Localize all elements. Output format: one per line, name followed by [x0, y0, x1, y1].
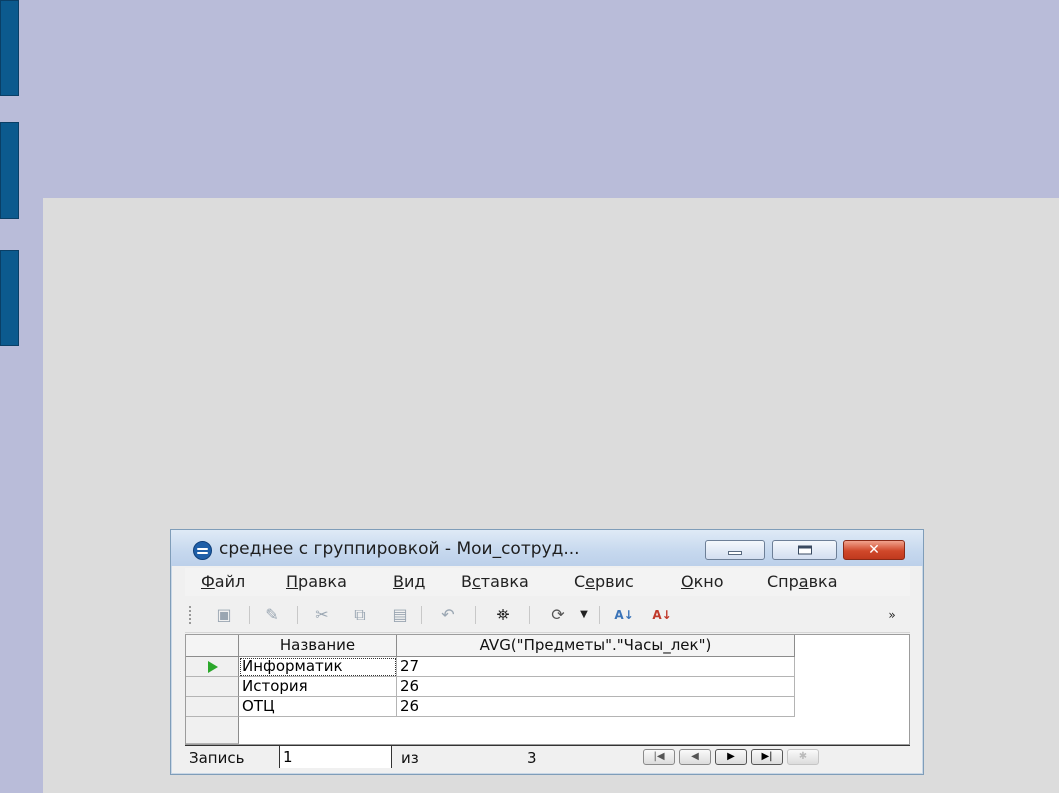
first-record-button[interactable]: |◀ [643, 749, 675, 765]
results-grid: Название AVG("Предметы"."Часы_лек") Инфо… [185, 634, 910, 745]
column-header[interactable]: AVG("Предметы"."Часы_лек") [397, 635, 795, 657]
toolbar-separator [421, 606, 422, 624]
menu-help[interactable]: Справка [767, 572, 838, 591]
toolbar-separator [599, 606, 600, 624]
menu-file[interactable]: Файл [201, 572, 245, 591]
toolbar-separator [529, 606, 530, 624]
dropdown-arrow-icon[interactable]: ▼ [573, 604, 595, 626]
toolbar-separator [475, 606, 476, 624]
sort-descending-icon[interactable]: A↓ [651, 604, 673, 626]
minimize-icon [728, 551, 742, 555]
menu-window[interactable]: Окно [681, 572, 724, 591]
toolbar: ▣ ✎ ✂ ⧉ ▤ ↶ ⛯ ⟳ ▼ A↓ A↓ » [185, 598, 910, 633]
menu-tools[interactable]: Сервис [574, 572, 634, 591]
prev-record-button[interactable]: ◀ [679, 749, 711, 765]
record-total: 3 [527, 749, 537, 767]
table-cell[interactable]: 26 [397, 697, 795, 717]
window-title: среднее с группировкой - Мои_сотруд... [219, 539, 580, 559]
toolbar-separator [249, 606, 250, 624]
corner-header [186, 635, 239, 657]
toolbar-overflow-icon[interactable]: » [881, 604, 903, 626]
record-label: Запись [189, 749, 245, 767]
table-cell[interactable]: 26 [397, 677, 795, 697]
maximize-button[interactable] [772, 540, 837, 560]
new-record-button[interactable]: ✱ [787, 749, 819, 765]
refresh-icon[interactable]: ⟳ [547, 604, 569, 626]
menu-edit[interactable]: Правка [286, 572, 347, 591]
sort-ascending-icon[interactable]: A↓ [613, 604, 635, 626]
record-navigation: Запись из 3 |◀ ◀ ▶ ▶| ✱ [185, 745, 910, 770]
nav-separator [391, 746, 392, 768]
menu-view[interactable]: Вид [393, 572, 425, 591]
side-tab-1 [0, 0, 19, 96]
last-record-button[interactable]: ▶| [751, 749, 783, 765]
save-icon[interactable]: ▣ [213, 604, 235, 626]
current-row-arrow-icon [208, 661, 218, 673]
record-number-input[interactable] [279, 746, 391, 768]
row-header[interactable] [186, 697, 239, 717]
title-bar[interactable]: среднее с группировкой - Мои_сотруд... ✕ [171, 530, 923, 566]
undo-icon[interactable]: ↶ [437, 604, 459, 626]
table-cell[interactable]: 27 [397, 657, 795, 677]
minimize-button[interactable] [705, 540, 765, 560]
menu-insert[interactable]: Вставка [461, 572, 529, 591]
menu-bar: Файл Правка Вид Вставка Сервис Окно Спра… [185, 568, 910, 596]
toolbar-separator [297, 606, 298, 624]
app-icon [193, 541, 212, 560]
close-button[interactable]: ✕ [843, 540, 905, 560]
side-tab-2 [0, 122, 19, 219]
maximize-icon [797, 545, 812, 555]
edit-icon[interactable]: ✎ [261, 604, 283, 626]
close-icon: ✕ [868, 542, 880, 558]
column-header[interactable]: Название [239, 635, 397, 657]
find-icon[interactable]: ⛯ [492, 604, 514, 626]
new-row-header[interactable] [186, 717, 239, 744]
side-tab-3 [0, 250, 19, 346]
copy-icon[interactable]: ⧉ [349, 604, 371, 626]
table-cell[interactable]: Информатик [239, 657, 397, 677]
row-header[interactable] [186, 657, 239, 677]
paste-icon[interactable]: ▤ [389, 604, 411, 626]
table-cell[interactable]: ОТЦ [239, 697, 397, 717]
cut-icon[interactable]: ✂ [311, 604, 333, 626]
table-cell[interactable]: История [239, 677, 397, 697]
toolbar-grip[interactable] [189, 606, 191, 624]
row-header[interactable] [186, 677, 239, 697]
query-window: среднее с группировкой - Мои_сотруд... ✕… [170, 529, 924, 775]
next-record-button[interactable]: ▶ [715, 749, 747, 765]
of-label: из [401, 749, 419, 767]
